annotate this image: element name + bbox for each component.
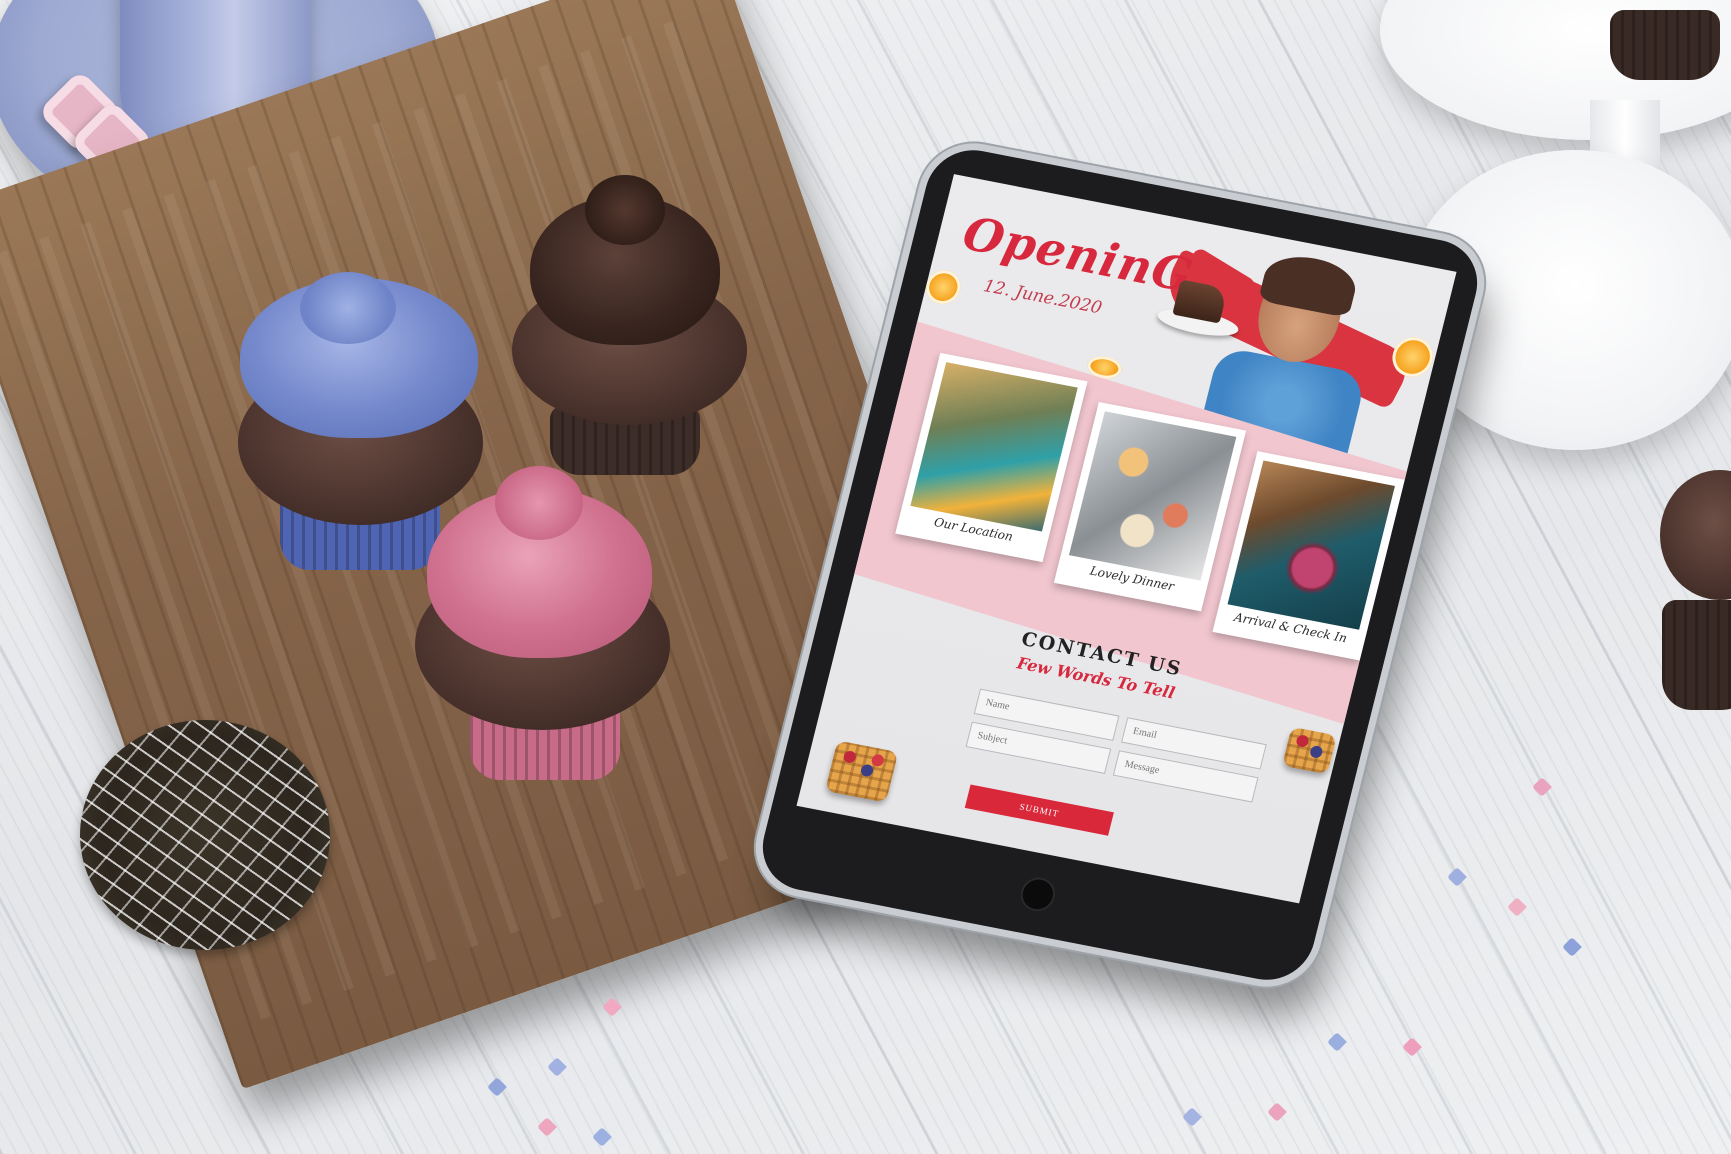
confetti-heart: [592, 1127, 612, 1147]
subject-input[interactable]: [976, 730, 1101, 765]
confetti-heart: [602, 997, 622, 1017]
chocolate-sprinkles-pile: [80, 720, 330, 950]
confetti-heart: [1447, 867, 1467, 887]
confetti-heart: [1532, 777, 1552, 797]
waffle-with-berries: [824, 740, 899, 803]
cupcake-partial-right: [1660, 470, 1731, 710]
submit-button[interactable]: SUBMIT: [964, 784, 1114, 836]
orange-slice: [922, 267, 965, 307]
confetti-heart: [1402, 1037, 1422, 1057]
tablet-screen: OpeninG 12. June.2020 Our Location Lovel…: [796, 174, 1457, 904]
message-input[interactable]: [1123, 758, 1248, 794]
confetti-heart: [1267, 1102, 1287, 1122]
confetti-heart: [1562, 937, 1582, 957]
home-button[interactable]: [1017, 874, 1059, 915]
dinner-photo: [1068, 411, 1237, 581]
cupcake-partial-top: [1600, 0, 1730, 80]
confetti-heart: [537, 1117, 557, 1137]
waffle-with-berries: [1282, 726, 1337, 775]
pink-frosted-cupcake: [415, 460, 675, 780]
confetti-heart: [547, 1057, 567, 1077]
confetti-heart: [1507, 897, 1527, 917]
chocolate-frosted-cupcake: [510, 175, 750, 475]
tablet-device: OpeninG 12. June.2020 Our Location Lovel…: [753, 142, 1487, 988]
arrival-photo: [1227, 460, 1395, 630]
confetti-heart: [1182, 1107, 1202, 1127]
photo-scene: OpeninG 12. June.2020 Our Location Lovel…: [0, 0, 1731, 1154]
name-input[interactable]: [984, 697, 1109, 732]
confetti-heart: [487, 1077, 507, 1097]
location-photo: [910, 362, 1078, 532]
email-input[interactable]: [1131, 725, 1257, 761]
confetti-heart: [1327, 1032, 1347, 1052]
